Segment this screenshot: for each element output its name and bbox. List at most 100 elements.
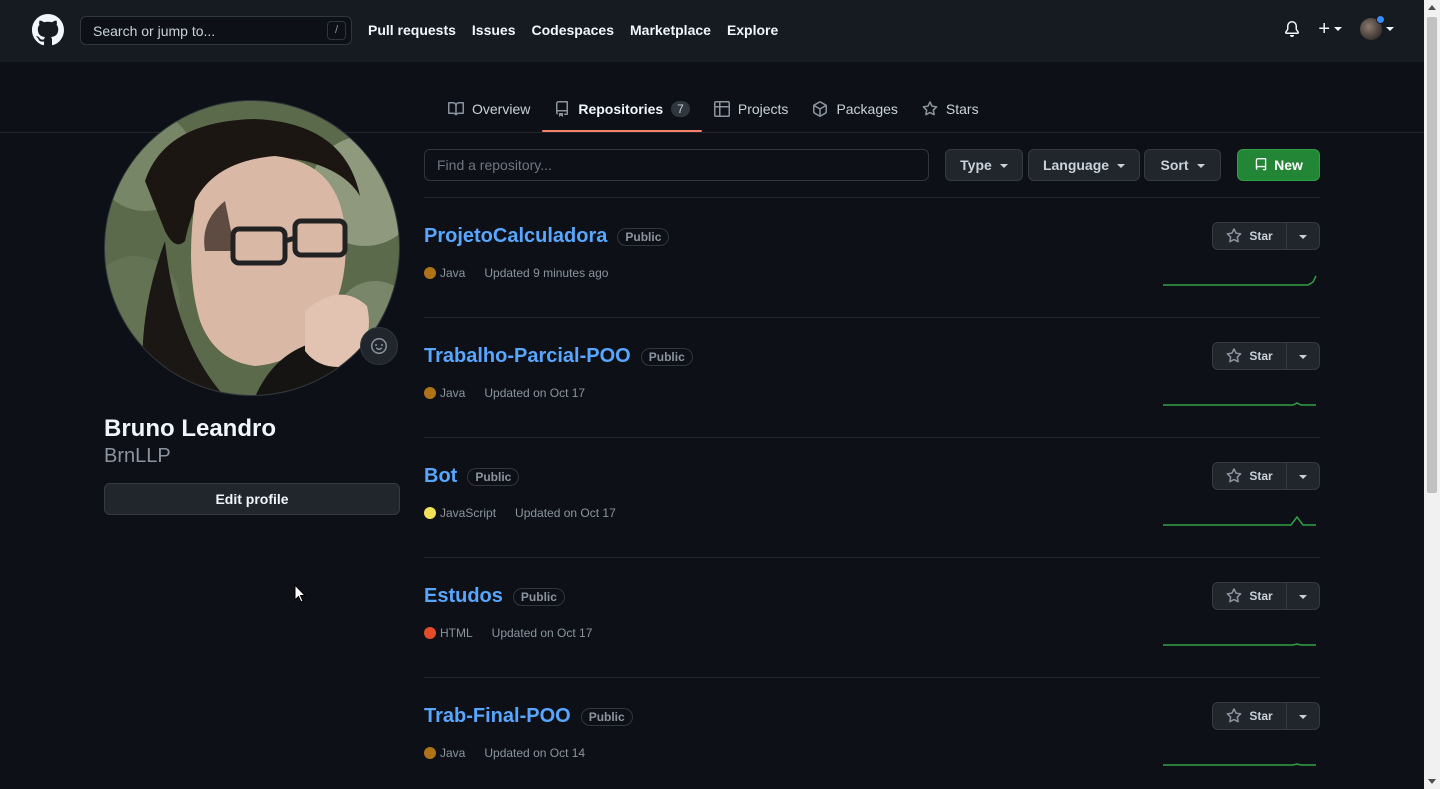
tab-label: Repositories (578, 101, 664, 117)
language-label: Java (440, 266, 466, 280)
sort-filter-button[interactable]: Sort (1144, 149, 1221, 181)
tab-label: Packages (836, 101, 898, 117)
page-scrollbar[interactable] (1424, 0, 1440, 789)
smiley-icon (371, 338, 387, 354)
updated-timestamp: Updated 9 minutes ago (484, 266, 609, 280)
tab-label: Overview (472, 101, 531, 117)
star-button[interactable]: Star (1213, 583, 1287, 609)
bell-icon[interactable] (1284, 20, 1300, 38)
star-button-group: Star (1212, 222, 1320, 250)
repository-name-link[interactable]: Trabalho-Parcial-POO (424, 345, 631, 368)
nav-codespaces[interactable]: Codespaces (532, 22, 614, 38)
star-label: Star (1249, 709, 1273, 723)
repository-name-link[interactable]: Trab-Final-POO (424, 705, 571, 728)
repo-count-badge: 7 (671, 101, 690, 117)
repository-language: JavaScript (424, 506, 496, 520)
star-list-dropdown[interactable] (1287, 463, 1319, 489)
table-icon (713, 101, 730, 117)
type-filter-button[interactable]: Type (945, 149, 1023, 181)
star-button-group: Star (1212, 582, 1320, 610)
nav-issues[interactable]: Issues (472, 22, 516, 38)
repository-name-link[interactable]: Estudos (424, 585, 503, 608)
star-icon (1226, 708, 1242, 723)
nav-explore[interactable]: Explore (727, 22, 778, 38)
repository-meta: Java Updated on Oct 17 (424, 386, 585, 400)
repository-language: Java (424, 746, 465, 760)
visibility-badge: Public (640, 347, 693, 366)
repository-item: Estudos Public HTML Updated on Oct 17 Star (424, 558, 1320, 678)
tab-overview[interactable]: Overview (436, 86, 542, 132)
new-repository-button[interactable]: New (1237, 149, 1320, 181)
repository-language: HTML (424, 626, 473, 640)
find-repository-input[interactable]: Find a repository... (424, 149, 929, 181)
scroll-down-arrow-icon[interactable] (1428, 779, 1436, 784)
github-mark-icon[interactable] (32, 14, 64, 46)
top-nav: Pull requests Issues Codespaces Marketpl… (368, 22, 778, 38)
star-icon (1226, 348, 1242, 363)
activity-sparkline (1163, 643, 1316, 646)
profile-login: BrnLLP (104, 445, 171, 467)
star-button[interactable]: Star (1213, 343, 1287, 369)
star-button-group: Star (1212, 342, 1320, 370)
star-icon (1226, 228, 1242, 243)
nav-marketplace[interactable]: Marketplace (630, 22, 711, 38)
page: Search or jump to... / Pull requests Iss… (0, 0, 1424, 789)
star-list-dropdown[interactable] (1287, 583, 1319, 609)
star-icon (922, 101, 938, 116)
language-label: JavaScript (440, 506, 497, 520)
star-label: Star (1249, 349, 1273, 363)
tab-projects[interactable]: Projects (702, 86, 801, 132)
book-icon (448, 101, 464, 116)
language-color-dot (424, 627, 436, 639)
tab-packages[interactable]: Packages (800, 86, 909, 132)
edit-profile-button[interactable]: Edit profile (104, 483, 400, 515)
set-status-button[interactable] (360, 327, 398, 365)
chevron-down-icon (1299, 715, 1307, 719)
repository-name-link[interactable]: Bot (424, 465, 457, 488)
language-color-dot (424, 267, 436, 279)
type-label: Type (960, 157, 992, 173)
status-dot (1376, 15, 1385, 24)
language-color-dot (424, 387, 436, 399)
star-button-group: Star (1212, 702, 1320, 730)
updated-timestamp: Updated on Oct 14 (484, 746, 586, 760)
language-filter-button[interactable]: Language (1028, 149, 1140, 181)
sort-label: Sort (1160, 157, 1189, 173)
activity-sparkline (1163, 275, 1317, 286)
repository-item: ProjetoCalculadora Public Java Updated 9 mi… (424, 198, 1320, 318)
language-label: Java (440, 386, 466, 400)
nav-pull-requests[interactable]: Pull requests (368, 22, 456, 38)
global-search-input[interactable]: Search or jump to... / (80, 16, 352, 45)
scrollbar-thumb[interactable] (1427, 17, 1437, 493)
avatar (1360, 15, 1385, 40)
repository-meta: HTML Updated on Oct 17 (424, 626, 592, 640)
repo-icon (556, 101, 569, 117)
star-icon (1226, 468, 1242, 483)
tab-stars[interactable]: Stars (910, 86, 991, 132)
star-list-dropdown[interactable] (1287, 343, 1319, 369)
profile-avatar[interactable] (104, 100, 400, 396)
repository-title: Trab-Final-POO Public (424, 705, 633, 728)
star-button[interactable]: Star (1213, 463, 1287, 489)
star-list-dropdown[interactable] (1287, 223, 1319, 249)
repository-item: Trabalho-Parcial-POO Public Java Updated on… (424, 318, 1320, 438)
star-label: Star (1249, 229, 1273, 243)
activity-sparkline (1163, 402, 1316, 406)
activity-sparkline (1163, 515, 1316, 526)
language-label: HTML (440, 626, 473, 640)
repository-name-link[interactable]: ProjetoCalculadora (424, 225, 607, 248)
star-list-dropdown[interactable] (1287, 703, 1319, 729)
scroll-up-arrow-icon[interactable] (1428, 5, 1436, 10)
mouse-cursor-icon (294, 584, 306, 603)
star-button[interactable]: Star (1213, 703, 1287, 729)
chevron-down-icon (999, 164, 1008, 168)
tab-repositories[interactable]: Repositories 7 (542, 86, 702, 132)
visibility-badge: Public (467, 467, 520, 486)
star-label: Star (1249, 589, 1273, 603)
star-button[interactable]: Star (1213, 223, 1287, 249)
create-new-dropdown[interactable]: + (1318, 19, 1342, 39)
tab-label: Projects (737, 101, 789, 117)
repository-item: Trab-Final-POO Public Java Updated on Oct 1… (424, 678, 1320, 789)
repository-item: Bot Public JavaScript Updated on Oct 17 Star (424, 438, 1320, 558)
user-menu[interactable] (1360, 15, 1394, 40)
